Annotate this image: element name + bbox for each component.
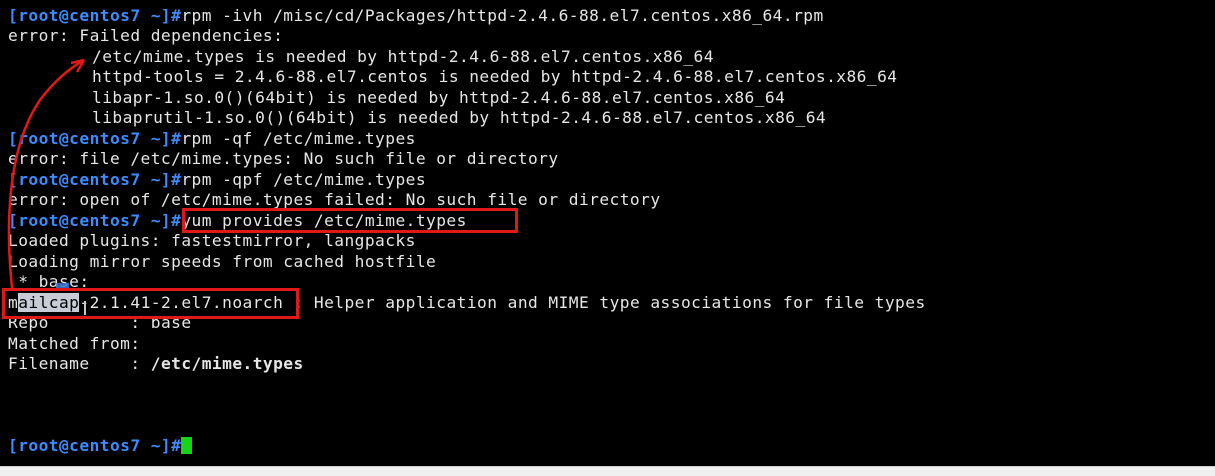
filename-label: Filename :	[8, 354, 151, 373]
terminal-window[interactable]: [root@centos7 ~]#rpm -ivh /misc/cd/Packa…	[0, 0, 1215, 466]
terminal-line: Loaded plugins: fastestmirror, langpacks	[8, 231, 416, 250]
command-text: rpm -qpf /etc/mime.types	[181, 170, 427, 189]
terminal-cursor	[181, 437, 193, 454]
annotation-box-package-name	[2, 288, 299, 319]
terminal-line: [root@centos7 ~]#rpm -qpf /etc/mime.type…	[8, 170, 426, 190]
package-description: : Helper application and MIME type assoc…	[283, 293, 926, 312]
terminal-line: Matched from:	[8, 334, 141, 353]
terminal-line: error: Failed dependencies:	[8, 26, 284, 45]
shell-prompt: [root@centos7 ~]#	[8, 6, 182, 25]
annotation-box-yum-command	[182, 208, 518, 233]
terminal-line: [root@centos7 ~]#rpm -qf /etc/mime.types	[8, 129, 416, 149]
terminal-line: /etc/mime.types is needed by httpd-2.4.6…	[92, 47, 714, 66]
shell-prompt: [root@centos7 ~]#	[8, 129, 182, 148]
shell-prompt: [root@centos7 ~]#	[8, 170, 182, 189]
terminal-line: Filename : /etc/mime.types	[8, 354, 304, 374]
terminal-line: error: file /etc/mime.types: No such fil…	[8, 149, 559, 168]
filename-value: /etc/mime.types	[150, 354, 304, 373]
terminal-line: error: open of /etc/mime.types failed: N…	[8, 190, 661, 209]
shell-prompt: [root@centos7 ~]#	[8, 211, 182, 230]
terminal-line[interactable]: [root@centos7 ~]#	[8, 436, 193, 456]
terminal-line: [root@centos7 ~]#rpm -ivh /misc/cd/Packa…	[8, 6, 824, 26]
terminal-line: libapr-1.so.0()(64bit) is needed by http…	[92, 88, 786, 107]
command-text: rpm -qf /etc/mime.types	[181, 129, 416, 148]
terminal-line: Loading mirror speeds from cached hostfi…	[8, 252, 437, 271]
terminal-line: httpd-tools = 2.4.6-88.el7.centos is nee…	[92, 67, 898, 86]
command-text: rpm -ivh /misc/cd/Packages/httpd-2.4.6-8…	[181, 6, 824, 25]
shell-prompt: [root@centos7 ~]#	[8, 436, 182, 455]
taskbar-strip	[0, 466, 1215, 476]
terminal-line: libaprutil-1.so.0()(64bit) is needed by …	[92, 108, 827, 127]
